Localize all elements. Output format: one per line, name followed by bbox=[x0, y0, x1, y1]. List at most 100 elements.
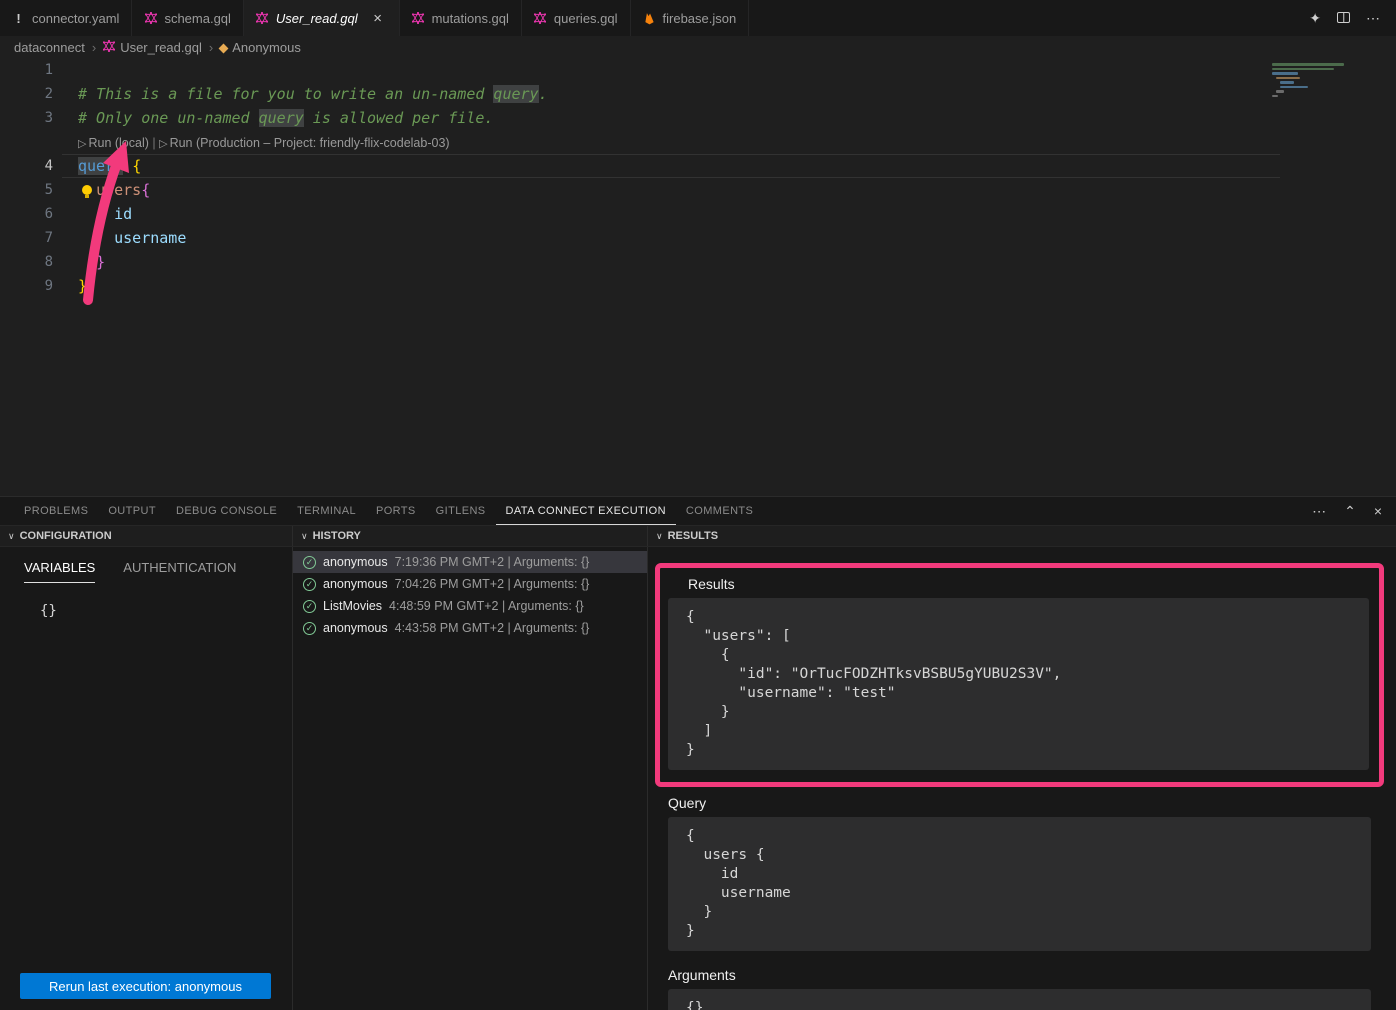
panel-tab-gitlens[interactable]: GITLENS bbox=[426, 497, 496, 525]
run-icon: ▷ bbox=[159, 138, 167, 150]
editor[interactable]: 12# This is a file for you to write an u… bbox=[0, 58, 1396, 496]
code-line: 8 } bbox=[0, 250, 1396, 274]
editor-tab-schema-gql[interactable]: schema.gql bbox=[132, 0, 243, 36]
breadcrumb-item[interactable]: Anonymous bbox=[220, 40, 301, 55]
code-line: 2# This is a file for you to write an un… bbox=[0, 82, 1396, 106]
configuration-section: VARIABLES AUTHENTICATION {} Rerun last ex… bbox=[0, 547, 293, 1010]
tab-label: firebase.json bbox=[663, 11, 737, 26]
history-item-detail: 7:19:36 PM GMT+2 | Arguments: {} bbox=[395, 555, 590, 569]
config-tab-variables[interactable]: VARIABLES bbox=[24, 560, 95, 583]
vscode-window: !connector.yamlschema.gql User_read.gql × m… bbox=[0, 0, 1396, 1010]
variables-value[interactable]: {} bbox=[40, 603, 292, 619]
split-editor-icon[interactable] bbox=[1337, 10, 1350, 26]
panel-tab-ports[interactable]: PORTS bbox=[366, 497, 426, 525]
editor-tab-firebase-json[interactable]: firebase.json bbox=[631, 0, 750, 36]
config-tab-authentication[interactable]: AUTHENTICATION bbox=[123, 560, 236, 583]
chevron-down-icon: ∨ bbox=[656, 531, 663, 542]
panel-tab-problems[interactable]: PROBLEMS bbox=[14, 497, 98, 525]
minimap-mark bbox=[1280, 81, 1294, 84]
arguments-label: Arguments bbox=[668, 967, 1396, 983]
codelens-row: ▷Run (local) | ▷Run (Production – Projec… bbox=[0, 130, 1396, 154]
graphql-icon bbox=[256, 12, 269, 24]
close-icon[interactable]: × bbox=[1374, 503, 1382, 519]
code-area[interactable]: 12# This is a file for you to write an u… bbox=[0, 58, 1396, 298]
codelens-separator: | bbox=[149, 136, 159, 150]
editor-tab-connector-yaml[interactable]: !connector.yaml bbox=[0, 0, 132, 36]
tab-label: queries.gql bbox=[554, 11, 618, 26]
minimap-mark bbox=[1272, 63, 1344, 66]
chevron-up-icon[interactable]: ⌃ bbox=[1344, 503, 1356, 520]
query-label: Query bbox=[668, 795, 1396, 811]
code-line: 5 users{ bbox=[0, 178, 1396, 202]
history-item[interactable]: ✓anonymous4:43:58 PM GMT+2 | Arguments: … bbox=[293, 617, 647, 639]
minimap[interactable] bbox=[1272, 63, 1382, 99]
panel-tab-debug-console[interactable]: DEBUG CONSOLE bbox=[166, 497, 287, 525]
panel-tab-terminal[interactable]: TERMINAL bbox=[287, 497, 366, 525]
results-json: { "users": [ { "id": "OrTucFODZHTksvBSBU… bbox=[668, 598, 1369, 770]
panel-tab-comments[interactable]: COMMENTS bbox=[676, 497, 763, 525]
history-item-name: anonymous bbox=[323, 555, 388, 569]
sparkle-icon[interactable]: ✦ bbox=[1309, 10, 1321, 27]
line-content: username bbox=[78, 226, 186, 250]
tab-label: User_read.gql bbox=[276, 11, 358, 26]
line-content: ▷Run (local) | ▷Run (Production – Projec… bbox=[78, 130, 450, 154]
tab-label: mutations.gql bbox=[432, 11, 509, 26]
graphql-icon bbox=[412, 12, 425, 24]
line-number: 3 bbox=[0, 106, 62, 130]
graphql-icon bbox=[144, 12, 157, 24]
more-icon[interactable]: ⋯ bbox=[1312, 503, 1326, 520]
history-item[interactable]: ✓ListMovies4:48:59 PM GMT+2 | Arguments:… bbox=[293, 595, 647, 617]
bottom-panel: PROBLEMSOUTPUTDEBUG CONSOLETERMINALPORTS… bbox=[0, 496, 1396, 1010]
minimap-mark bbox=[1276, 90, 1284, 93]
check-icon: ✓ bbox=[303, 578, 316, 591]
line-content: # Only one un-named query is allowed per… bbox=[78, 106, 493, 130]
line-number: 4 bbox=[0, 154, 62, 178]
history-item-name: ListMovies bbox=[323, 599, 382, 613]
line-number: 6 bbox=[0, 202, 62, 226]
panel-tabs: PROBLEMSOUTPUTDEBUG CONSOLETERMINALPORTS… bbox=[14, 497, 763, 525]
results-section: Results { "users": [ { "id": "OrTucFODZH… bbox=[648, 547, 1396, 1010]
rerun-button[interactable]: Rerun last execution: anonymous bbox=[20, 973, 271, 999]
breadcrumb-item[interactable]: User_read.gql bbox=[103, 40, 202, 55]
panel-tab-output[interactable]: OUTPUT bbox=[98, 497, 166, 525]
close-icon[interactable]: × bbox=[369, 10, 387, 27]
editor-tab-queries-gql[interactable]: queries.gql bbox=[522, 0, 631, 36]
line-number: 7 bbox=[0, 226, 62, 250]
codelens-run-production[interactable]: ▷Run (Production – Project: friendly-fli… bbox=[159, 136, 449, 150]
configuration-header[interactable]: ∨ CONFIGURATION bbox=[0, 526, 293, 546]
history-item-name: anonymous bbox=[323, 577, 388, 591]
breadcrumb-separator-icon: › bbox=[90, 40, 98, 55]
check-icon: ✓ bbox=[303, 556, 316, 569]
configuration-title: CONFIGURATION bbox=[20, 530, 112, 542]
line-number: 2 bbox=[0, 82, 62, 106]
line-number: 1 bbox=[0, 58, 62, 82]
line-number: 8 bbox=[0, 250, 62, 274]
line-content: query { bbox=[78, 154, 141, 178]
history-section: ✓ anonymous 7:19:36 PM GMT+2 | Arguments: … bbox=[293, 547, 648, 1010]
history-item[interactable]: ✓anonymous7:04:26 PM GMT+2 | Arguments: … bbox=[293, 573, 647, 595]
panel-body: VARIABLES AUTHENTICATION {} Rerun last ex… bbox=[0, 547, 1396, 1010]
breadcrumb-item[interactable]: dataconnect bbox=[14, 40, 85, 55]
history-item-detail: 4:48:59 PM GMT+2 | Arguments: {} bbox=[389, 599, 584, 613]
editor-tab-bar: !connector.yamlschema.gql User_read.gql × m… bbox=[0, 0, 1396, 36]
annotation-highlight: Results { "users": [ { "id": "OrTucFODZH… bbox=[655, 563, 1384, 787]
history-list: ✓ anonymous 7:19:36 PM GMT+2 | Arguments: … bbox=[293, 547, 647, 639]
more-icon[interactable]: ⋯ bbox=[1366, 10, 1380, 27]
check-icon: ✓ bbox=[303, 622, 316, 635]
editor-tab-mutations-gql[interactable]: mutations.gql bbox=[400, 0, 522, 36]
history-header[interactable]: ∨ HISTORY bbox=[293, 526, 648, 546]
results-title: RESULTS bbox=[668, 530, 719, 542]
panel-tab-data-connect-execution[interactable]: DATA CONNECT EXECUTION bbox=[496, 497, 676, 525]
history-item[interactable]: ✓ anonymous 7:19:36 PM GMT+2 | Arguments: … bbox=[293, 551, 647, 573]
symbol-icon bbox=[220, 40, 227, 55]
minimap-mark bbox=[1272, 95, 1278, 98]
results-header[interactable]: ∨ RESULTS bbox=[648, 526, 1396, 546]
lightbulb-icon[interactable] bbox=[82, 185, 92, 195]
editor-tab-user_read-gql[interactable]: User_read.gql × bbox=[244, 0, 400, 36]
line-content: id bbox=[78, 202, 132, 226]
chevron-down-icon: ∨ bbox=[8, 531, 15, 542]
editor-tab-bar-actions: ✦⋯ bbox=[1293, 0, 1396, 36]
codelens-run-local[interactable]: ▷Run (local) bbox=[78, 136, 149, 150]
chevron-down-icon: ∨ bbox=[301, 531, 308, 542]
breadcrumb: dataconnect›User_read.gql›Anonymous bbox=[0, 36, 1396, 58]
